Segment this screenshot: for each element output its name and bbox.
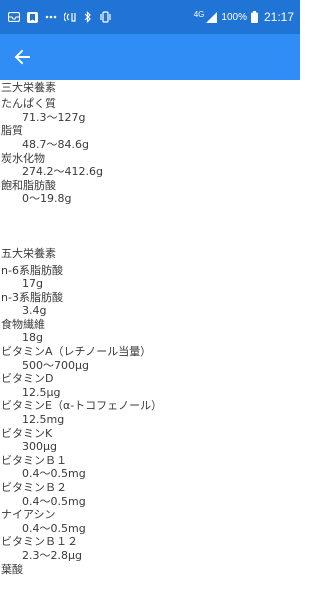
nutrient-name: ビタミンＢ１ bbox=[1, 453, 67, 467]
nutrient-value: 17g bbox=[22, 277, 43, 291]
nutrient-name: n-3系脂肪酸 bbox=[1, 290, 63, 304]
nutrient-name: ビタミンD bbox=[1, 372, 54, 386]
nutrient-value: 12.5mg bbox=[22, 413, 65, 427]
status-bar-system: 4G 100% 21:17 bbox=[193, 9, 300, 25]
nutrient-name: n-6系脂肪酸 bbox=[1, 263, 63, 277]
nutrient-value: 3.4g bbox=[22, 304, 47, 318]
nutrient-value: 0.4〜0.5mg bbox=[22, 521, 86, 535]
nutrient-name: 炭水化物 bbox=[1, 151, 45, 165]
mail-icon bbox=[8, 12, 20, 22]
nutrient-name: ビタミンＢ１２ bbox=[1, 535, 78, 549]
bluetooth-icon bbox=[84, 11, 92, 23]
nutrient-name: 飽和脂肪酸 bbox=[1, 178, 56, 192]
nutrient-value: 0.4〜0.5mg bbox=[22, 494, 86, 508]
nutrient-value: 48.7〜84.6g bbox=[22, 138, 89, 152]
battery-icon bbox=[250, 11, 258, 23]
back-button[interactable] bbox=[0, 34, 44, 80]
nutrient-name: 食物繊維 bbox=[1, 317, 45, 331]
nutrient-name: たんぱく質 bbox=[1, 97, 56, 111]
nutrient-value: 274.2〜412.6g bbox=[22, 165, 103, 179]
section-five-nutrients: 五大栄養素 n-6系脂肪酸 17g n-3系脂肪酸 3.4g 食物繊維 18g … bbox=[0, 247, 300, 576]
status-bar-notifications bbox=[0, 11, 112, 23]
nutrient-name: 葉酸 bbox=[1, 562, 23, 576]
nutrient-value: 12.5μg bbox=[22, 385, 61, 399]
more-dots-icon bbox=[45, 15, 57, 19]
nutrient-name: ビタミンE（α-トコフェノール） bbox=[1, 399, 163, 413]
nutrient-name: 脂質 bbox=[1, 124, 23, 138]
status-bar: 4G 100% 21:17 bbox=[0, 0, 300, 34]
arrow-left-icon bbox=[14, 49, 30, 65]
section-macronutrients: 三大栄養素 たんぱく質 71.3〜127g 脂質 48.7〜84.6g 炭水化物… bbox=[0, 81, 300, 206]
app-bar bbox=[0, 34, 300, 80]
nutrient-name: ナイアシン bbox=[1, 508, 56, 522]
status-time: 21:17 bbox=[263, 10, 294, 24]
nutrient-name: ビタミンＢ２ bbox=[1, 481, 67, 494]
vibrate-icon bbox=[99, 11, 112, 23]
nutrient-name: ビタミンK bbox=[1, 426, 53, 440]
nutrient-value: 500〜700μg bbox=[22, 358, 89, 372]
network-4g-icon: 4G bbox=[193, 9, 205, 19]
nutrient-value: 71.3〜127g bbox=[22, 110, 86, 124]
nutrient-value: 18g bbox=[22, 331, 43, 345]
nutrient-value: 2.3〜2.8μg bbox=[22, 548, 82, 562]
battery-percent: 100% bbox=[221, 11, 247, 23]
section-title: 三大栄養素 bbox=[1, 81, 56, 94]
nutrient-list[interactable]: 三大栄養素 たんぱく質 71.3〜127g 脂質 48.7〜84.6g 炭水化物… bbox=[0, 80, 300, 593]
section-title: 五大栄養素 bbox=[1, 247, 56, 261]
nutrient-name: ビタミンA（レチノール当量） bbox=[1, 345, 152, 359]
shield-check-icon bbox=[27, 11, 38, 23]
nutrient-value: 0.4〜0.5mg bbox=[22, 467, 86, 481]
nfc-icon bbox=[64, 11, 77, 23]
nutrient-value: 300μg bbox=[22, 440, 57, 454]
signal-icon bbox=[206, 11, 218, 23]
nutrient-value: 0〜19.8g bbox=[22, 192, 72, 206]
